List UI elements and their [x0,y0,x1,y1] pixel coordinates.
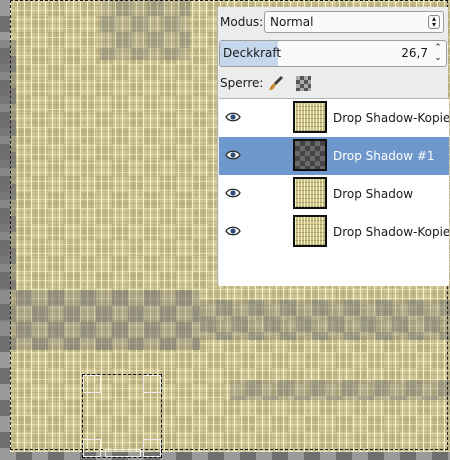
transparent-area [100,0,190,60]
layer-thumbnail [293,177,327,209]
eye-icon[interactable] [225,187,241,199]
transform-handle[interactable] [105,449,141,457]
transparent-area [230,380,450,400]
transform-handle[interactable] [83,375,101,393]
layer-name[interactable]: Drop Shadow-Kopie # [333,111,449,125]
chevron-up-icon[interactable]: ⌃ [434,43,442,53]
transform-handle[interactable] [143,375,161,393]
transparent-area [0,40,16,290]
transparent-area [200,300,450,340]
selection-marquee[interactable] [82,374,162,458]
lock-row: Sperre: [218,73,449,95]
up-down-arrows-icon: ▴ ▾ [428,15,440,29]
transparent-area [0,290,200,350]
eye-icon[interactable] [225,111,241,123]
opacity-spinner[interactable]: Deckkraft 26,7 ⌃ ⌄ [219,40,447,67]
eye-icon[interactable] [225,225,241,237]
layer-row[interactable]: Drop Shadow-Kopie # [219,99,449,137]
mode-dropdown[interactable]: Normal ▴ ▾ [264,11,444,33]
chevron-down-icon[interactable]: ⌄ [434,53,442,63]
checker-icon[interactable] [296,76,311,91]
transform-handle[interactable] [83,439,101,457]
layer-row[interactable]: Drop Shadow-Kopie # [219,213,449,251]
layer-name[interactable]: Drop Shadow #1 [333,149,435,163]
layer-name[interactable]: Drop Shadow-Kopie # [333,225,449,239]
opacity-value[interactable]: 26,7 [401,46,428,60]
spinner-arrows[interactable]: ⌃ ⌄ [432,43,444,63]
transform-handle[interactable] [143,439,161,457]
layer-thumbnail [293,215,327,247]
lock-label: Sperre: [220,76,264,90]
mode-row: Modus: Normal ▴ ▾ [218,11,449,33]
layer-row[interactable]: Drop Shadow #1 [219,137,449,175]
mode-label: Modus: [220,15,264,29]
paintbrush-icon[interactable] [268,75,284,91]
layer-name[interactable]: Drop Shadow [333,187,413,201]
eye-icon[interactable] [225,149,241,161]
layer-thumbnail [293,139,327,171]
mode-value: Normal [270,15,314,29]
layers-list: Drop Shadow-Kopie # Drop Shadow #1 Drop … [219,98,449,286]
layers-panel: Modus: Normal ▴ ▾ Deckkraft 26,7 ⌃ ⌄ Sper… [217,7,449,286]
layer-row[interactable]: Drop Shadow [219,175,449,213]
opacity-label: Deckkraft [223,46,282,60]
layer-thumbnail [293,101,327,133]
